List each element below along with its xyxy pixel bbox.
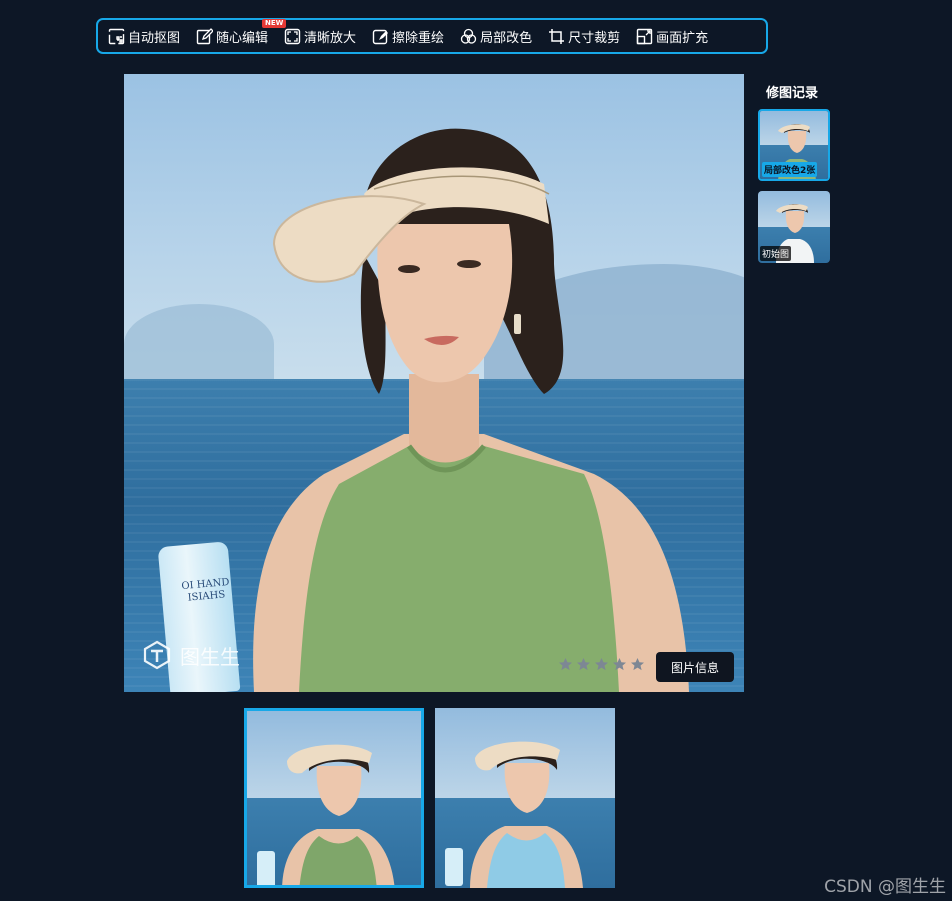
- tool-label: 清晰放大: [304, 30, 357, 46]
- tool-crop[interactable]: 尺寸裁剪: [548, 21, 620, 51]
- history-item-label: 局部改色2张: [762, 162, 818, 177]
- variant-thumb-blue[interactable]: [435, 708, 615, 888]
- variant-thumb-green[interactable]: [244, 708, 424, 888]
- tool-auto-matting[interactable]: 自动抠图: [108, 21, 180, 51]
- main-image[interactable]: OI HAND ISIAHS 图生生 图片信息: [124, 74, 744, 692]
- history-item-recolor[interactable]: 局部改色2张: [758, 109, 830, 181]
- variant-portrait: [257, 744, 395, 885]
- upscale-icon: [284, 28, 301, 44]
- erase-icon: [372, 29, 389, 44]
- tool-label: 随心编辑: [216, 30, 269, 46]
- star-icon[interactable]: [576, 657, 591, 672]
- rating-stars: [558, 657, 645, 672]
- star-icon[interactable]: [594, 657, 609, 672]
- footer-credit: CSDN @图生生: [824, 877, 946, 897]
- star-icon[interactable]: [630, 657, 645, 672]
- star-icon[interactable]: [558, 657, 573, 672]
- crop-icon: [549, 28, 565, 44]
- edit-toolbar: 自动抠图 随心编辑 NEW 清晰放大 擦除重绘 局部改色 尺寸裁剪 画面扩充: [96, 18, 768, 54]
- star-icon[interactable]: [612, 657, 627, 672]
- tool-label: 画面扩充: [656, 30, 709, 46]
- tool-erase-redraw[interactable]: 擦除重绘: [372, 21, 444, 51]
- history-item-label: 初始图: [760, 246, 792, 261]
- expand-icon: [636, 28, 653, 44]
- brand-logo-icon: [143, 640, 171, 670]
- tool-label: 局部改色: [480, 30, 533, 46]
- new-badge: NEW: [262, 19, 287, 28]
- image-info-button[interactable]: 图片信息: [656, 652, 734, 682]
- tool-expand[interactable]: 画面扩充: [636, 21, 708, 51]
- watermark: 图生生: [142, 640, 240, 670]
- tool-label: 尺寸裁剪: [568, 30, 621, 46]
- recolor-icon: [460, 28, 477, 44]
- watermark-text: 图生生: [180, 644, 240, 669]
- variant-portrait: [445, 741, 583, 888]
- tool-label: 自动抠图: [128, 30, 181, 46]
- tool-upscale[interactable]: 清晰放大: [284, 21, 356, 51]
- tool-local-recolor[interactable]: 局部改色: [460, 21, 532, 51]
- auto-matting-icon: [108, 28, 125, 44]
- history-item-original[interactable]: 初始图: [758, 191, 830, 263]
- edit-icon: [196, 27, 214, 44]
- tool-free-edit[interactable]: 随心编辑 NEW: [196, 19, 287, 51]
- history-title: 修图记录: [766, 86, 819, 101]
- tool-label: 擦除重绘: [392, 30, 445, 46]
